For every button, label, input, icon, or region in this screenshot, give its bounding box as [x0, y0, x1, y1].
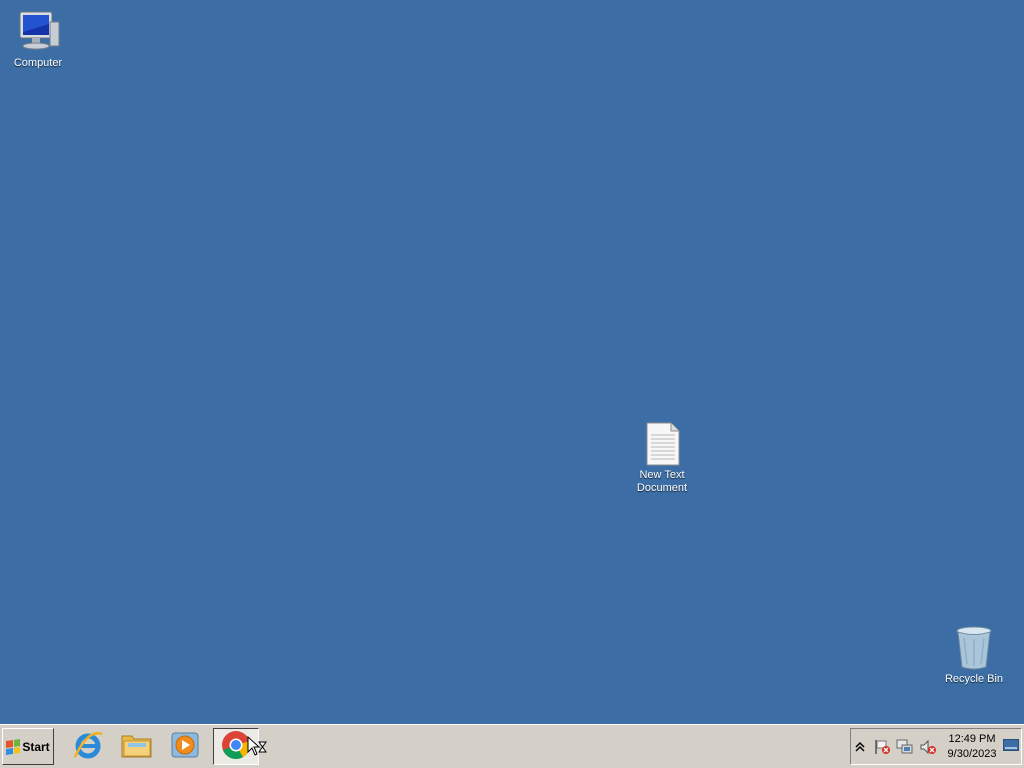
busy-cursor-icon	[247, 735, 269, 761]
desktop-icon-new-text-document[interactable]: New Text Document	[625, 422, 699, 495]
taskbar-app-file-explorer[interactable]	[114, 728, 160, 765]
desktop-icon-label: Computer	[13, 57, 63, 69]
clock-date: 9/30/2023	[947, 748, 997, 760]
start-button[interactable]: Start	[2, 728, 54, 765]
clock-time: 12:49 PM	[948, 733, 996, 745]
desktop[interactable]: Computer New Text Document Recycle Bin	[0, 0, 1024, 724]
desktop-icon-computer[interactable]: Computer	[1, 10, 75, 70]
taskbar-clock[interactable]: 12:49 PM 9/30/2023	[944, 732, 1000, 762]
taskbar-app-media-player[interactable]	[162, 728, 208, 765]
computer-icon	[14, 10, 62, 54]
folder-icon	[120, 730, 154, 763]
action-center-flag-icon[interactable]	[873, 739, 891, 755]
desktop-icon-label: Recycle Bin	[944, 673, 1004, 685]
internet-explorer-icon	[72, 729, 104, 764]
recycle-bin-icon	[950, 626, 998, 670]
volume-muted-icon[interactable]	[919, 739, 937, 755]
windows-logo-icon	[6, 738, 21, 755]
show-desktop-icon[interactable]	[1003, 739, 1019, 753]
taskbar: Start 12:49 PM 9/30/2023	[0, 724, 1024, 768]
taskbar-app-internet-explorer[interactable]	[65, 728, 111, 765]
desktop-icon-recycle-bin[interactable]: Recycle Bin	[937, 626, 1011, 686]
show-hidden-icons-chevron[interactable]	[851, 739, 869, 755]
media-player-icon	[170, 730, 200, 763]
network-icon[interactable]	[896, 739, 914, 755]
desktop-icon-label: New Text Document	[636, 469, 688, 494]
system-tray: 12:49 PM 9/30/2023	[850, 728, 1022, 765]
text-document-icon	[638, 422, 686, 466]
start-label: Start	[22, 739, 50, 754]
